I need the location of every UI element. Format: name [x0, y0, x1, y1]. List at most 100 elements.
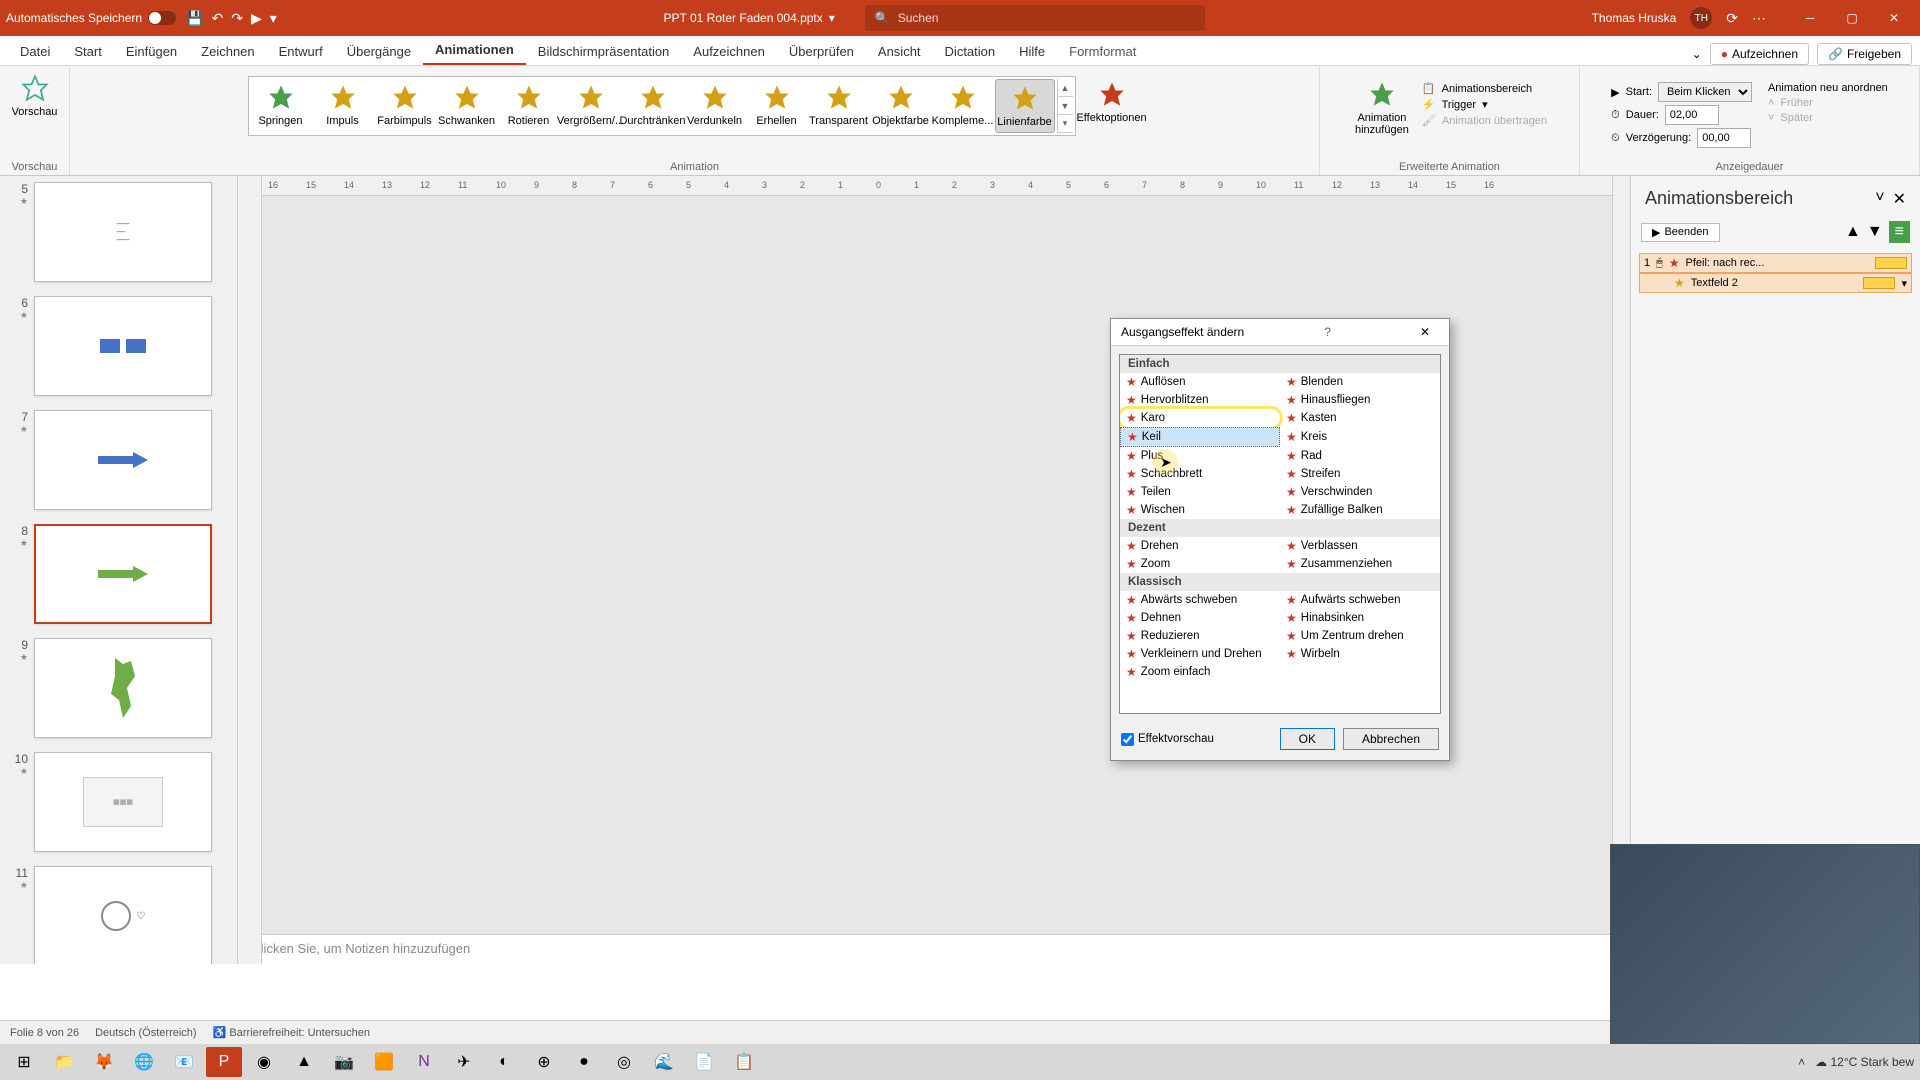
- effect-item[interactable]: ★Verblassen: [1280, 537, 1440, 555]
- slide-thumbnail[interactable]: ▦▦▦: [34, 752, 212, 852]
- add-animation-button[interactable]: Animation hinzufügen: [1352, 76, 1412, 140]
- anim-list-item[interactable]: 1🖱★ Pfeil: nach rec...: [1639, 253, 1912, 273]
- toggle-switch[interactable]: [148, 11, 176, 25]
- minimize-button[interactable]: ─: [1790, 4, 1830, 32]
- effect-item[interactable]: ★Wischen: [1120, 501, 1280, 519]
- duration-input[interactable]: [1665, 105, 1719, 125]
- slide-thumbnail[interactable]: [34, 296, 212, 396]
- effect-item[interactable]: ★Karo: [1120, 409, 1280, 427]
- dropdown-icon[interactable]: ▾: [270, 10, 277, 27]
- app-icon[interactable]: ✈: [446, 1047, 482, 1077]
- tab-draw[interactable]: Zeichnen: [189, 38, 266, 65]
- effect-item[interactable]: ★Plus: [1120, 447, 1280, 465]
- user-avatar[interactable]: TH: [1690, 7, 1712, 29]
- accessibility-status[interactable]: ♿ Barrierefreiheit: Untersuchen: [213, 1026, 370, 1039]
- effect-item[interactable]: ★Zoom einfach: [1120, 663, 1280, 681]
- effect-item[interactable]: ★Blenden: [1280, 373, 1440, 391]
- effect-item[interactable]: ★Drehen: [1120, 537, 1280, 555]
- effect-item[interactable]: ★Rad: [1280, 447, 1440, 465]
- record-button[interactable]: ●Aufzeichnen: [1710, 43, 1809, 65]
- undo-icon[interactable]: ↶: [212, 10, 224, 27]
- edge-icon[interactable]: 🌊: [646, 1047, 682, 1077]
- animation-pane-button[interactable]: 📋 Animationsbereich: [1422, 82, 1547, 95]
- dialog-help-icon[interactable]: ?: [1316, 325, 1340, 339]
- tab-insert[interactable]: Einfügen: [114, 38, 189, 65]
- tab-help[interactable]: Hilfe: [1007, 38, 1057, 65]
- move-up-icon[interactable]: ▲: [1845, 223, 1861, 241]
- slide-thumbnail[interactable]: [34, 410, 212, 510]
- animation-effect-item[interactable]: Vergrößern/...: [561, 79, 621, 133]
- tab-review[interactable]: Überprüfen: [777, 38, 866, 65]
- app-icon[interactable]: ⊕: [526, 1047, 562, 1077]
- save-icon[interactable]: 💾: [186, 10, 203, 27]
- effect-item[interactable]: ★Auflösen: [1120, 373, 1280, 391]
- app-icon[interactable]: 🟧: [366, 1047, 402, 1077]
- chrome-icon[interactable]: 🌐: [126, 1047, 162, 1077]
- effect-item[interactable]: ★Aufwärts schweben: [1280, 591, 1440, 609]
- effect-item[interactable]: ★Verkleinern und Drehen: [1120, 645, 1280, 663]
- animation-effect-item[interactable]: Impuls: [313, 79, 373, 133]
- effect-item[interactable]: ★Kreis: [1280, 427, 1440, 447]
- cancel-button[interactable]: Abbrechen: [1343, 728, 1439, 750]
- effect-item[interactable]: ★Streifen: [1280, 465, 1440, 483]
- effect-item[interactable]: ★Kasten: [1280, 409, 1440, 427]
- effect-item[interactable]: ★Wirbeln: [1280, 645, 1440, 663]
- slide-thumbnails[interactable]: 5★━━━━━━━━6★7★8★9★10★▦▦▦11★ ♡: [0, 176, 238, 964]
- effect-item[interactable]: ★Schachbrett: [1120, 465, 1280, 483]
- effect-item[interactable]: ★Zufällige Balken: [1280, 501, 1440, 519]
- tab-animations[interactable]: Animationen: [423, 36, 526, 65]
- animation-effect-item[interactable]: Erhellen: [747, 79, 807, 133]
- trigger-button[interactable]: ⚡ Trigger ▾: [1422, 98, 1547, 111]
- autosave-toggle[interactable]: Automatisches Speichern: [6, 11, 176, 25]
- item-menu-icon[interactable]: ▾: [1901, 277, 1907, 290]
- app-icon[interactable]: ◉: [246, 1047, 282, 1077]
- tray-expand-icon[interactable]: ˄: [1798, 1055, 1805, 1069]
- animation-effect-item[interactable]: Durchtränken: [623, 79, 683, 133]
- animation-gallery[interactable]: SpringenImpulsFarbimpulsSchwankenRotiere…: [248, 76, 1076, 136]
- maximize-button[interactable]: ▢: [1832, 4, 1872, 32]
- tab-view[interactable]: Ansicht: [866, 38, 933, 65]
- collapse-ribbon-icon[interactable]: ⌄: [1692, 47, 1702, 61]
- preview-button[interactable]: Vorschau: [5, 70, 65, 122]
- delay-input[interactable]: [1697, 128, 1751, 148]
- filename[interactable]: PPT 01 Roter Faden 004.pptx ▾: [664, 11, 835, 25]
- coming-soon-icon[interactable]: ⋯: [1752, 10, 1766, 27]
- animation-effect-item[interactable]: Rotieren: [499, 79, 559, 133]
- app-icon[interactable]: ◎: [606, 1047, 642, 1077]
- slide-thumbnail[interactable]: [34, 638, 212, 738]
- app-icon[interactable]: 📄: [686, 1047, 722, 1077]
- gallery-down-icon[interactable]: ▼: [1058, 97, 1073, 115]
- language-status[interactable]: Deutsch (Österreich): [95, 1027, 196, 1039]
- animation-effect-item[interactable]: Linienfarbe: [995, 79, 1055, 133]
- slide-thumbnail[interactable]: ━━━━━━━━: [34, 182, 212, 282]
- powerpoint-icon[interactable]: P: [206, 1047, 242, 1077]
- effect-item[interactable]: ★Reduzieren: [1120, 627, 1280, 645]
- pane-chevron-icon[interactable]: ˅: [1875, 189, 1884, 209]
- outlook-icon[interactable]: 📧: [166, 1047, 202, 1077]
- dialog-close-icon[interactable]: ✕: [1411, 325, 1439, 339]
- effect-item[interactable]: ★Verschwinden: [1280, 483, 1440, 501]
- anim-list-item[interactable]: ★ Textfeld 2 ▾: [1639, 273, 1912, 293]
- app-icon[interactable]: 📋: [726, 1047, 762, 1077]
- search-input[interactable]: 🔍 Suchen: [865, 5, 1205, 31]
- effect-item[interactable]: ★Abwärts schweben: [1120, 591, 1280, 609]
- effect-item[interactable]: ★Keil: [1120, 427, 1280, 447]
- effect-item[interactable]: ★Dehnen: [1120, 609, 1280, 627]
- tab-home[interactable]: Start: [62, 38, 113, 65]
- app-icon[interactable]: 📷: [326, 1047, 362, 1077]
- tab-design[interactable]: Entwurf: [267, 38, 335, 65]
- preview-checkbox[interactable]: Effektvorschau: [1121, 733, 1214, 746]
- tab-transitions[interactable]: Übergänge: [335, 38, 423, 65]
- app-icon[interactable]: ◐: [486, 1047, 522, 1077]
- app-icon[interactable]: ▲: [286, 1047, 322, 1077]
- tab-shape-format[interactable]: Formformat: [1057, 38, 1148, 65]
- pane-close-icon[interactable]: ✕: [1893, 189, 1906, 209]
- tab-record[interactable]: Aufzeichnen: [681, 38, 777, 65]
- tab-file[interactable]: Datei: [8, 38, 62, 65]
- effect-options-button[interactable]: Effektoptionen: [1082, 76, 1142, 128]
- explorer-icon[interactable]: 📁: [46, 1047, 82, 1077]
- start-select[interactable]: Beim Klicken: [1658, 82, 1752, 102]
- start-show-icon[interactable]: ▶: [251, 10, 262, 27]
- animation-effect-item[interactable]: Transparent: [809, 79, 869, 133]
- close-button[interactable]: ✕: [1874, 4, 1914, 32]
